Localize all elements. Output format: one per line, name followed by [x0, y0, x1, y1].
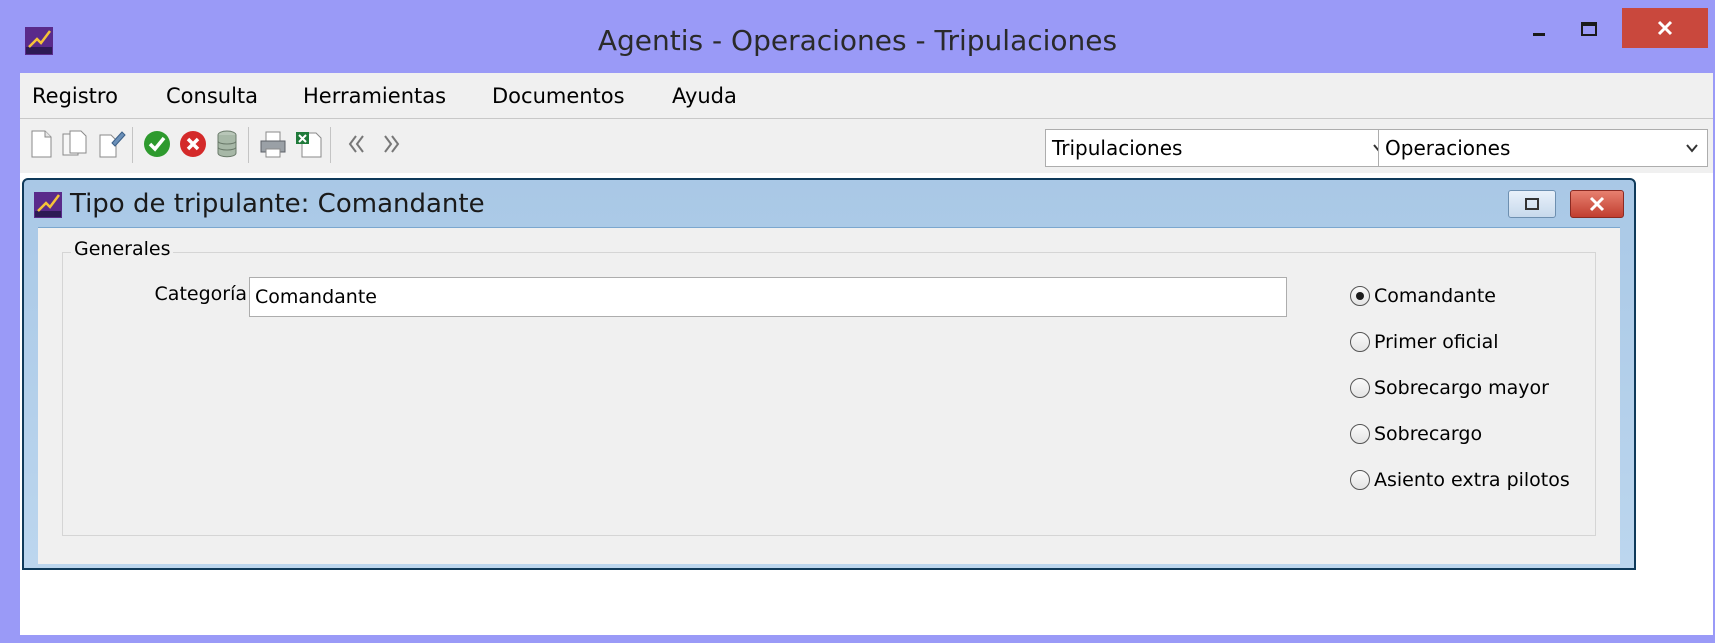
copy-document-icon[interactable] — [60, 129, 90, 159]
agentis-app-icon — [34, 192, 62, 218]
menu-ayuda[interactable]: Ayuda — [672, 73, 737, 118]
area-select[interactable]: Operaciones — [1378, 129, 1708, 167]
menu-consulta[interactable]: Consulta — [166, 73, 258, 118]
radio-primer-oficial[interactable]: Primer oficial — [1350, 327, 1499, 357]
radio-button[interactable] — [1350, 470, 1370, 490]
minimize-icon — [1533, 33, 1545, 36]
radio-asiento-extra-pilotos[interactable]: Asiento extra pilotos — [1350, 465, 1570, 495]
accept-icon[interactable] — [142, 129, 172, 159]
radio-label: Comandante — [1374, 285, 1496, 307]
close-icon — [1657, 20, 1673, 36]
module-select-value: Tripulaciones — [1052, 136, 1183, 160]
edit-document-icon[interactable] — [96, 129, 126, 159]
module-select[interactable]: Tripulaciones — [1045, 129, 1395, 167]
radio-sobrecargo-mayor[interactable]: Sobrecargo mayor — [1350, 373, 1549, 403]
radio-button[interactable] — [1350, 424, 1370, 444]
radio-label: Primer oficial — [1374, 331, 1499, 353]
close-button[interactable] — [1622, 8, 1708, 48]
area-select-value: Operaciones — [1385, 136, 1511, 160]
app-window: Agentis - Operaciones - Tripulaciones Re… — [0, 0, 1715, 643]
excel-export-icon[interactable] — [294, 129, 324, 159]
group-title: Generales — [71, 238, 174, 260]
chevron-down-icon — [1686, 144, 1698, 153]
child-window-title: Tipo de tripulante: Comandante — [70, 189, 485, 219]
toolbar-separator — [132, 127, 133, 163]
maximize-button[interactable] — [1565, 12, 1613, 48]
radio-button[interactable] — [1350, 378, 1370, 398]
cancel-icon[interactable] — [178, 129, 208, 159]
menu-herramientas[interactable]: Herramientas — [303, 73, 446, 118]
menu-bar: Registro Consulta Herramientas Documento… — [20, 73, 1713, 119]
radio-button[interactable] — [1350, 332, 1370, 352]
radio-label: Sobrecargo — [1374, 423, 1483, 445]
toolbar-separator — [248, 127, 249, 163]
title-bar[interactable]: Agentis - Operaciones - Tripulaciones — [0, 0, 1715, 72]
window-title: Agentis - Operaciones - Tripulaciones — [597, 24, 1118, 57]
menu-registro[interactable]: Registro — [32, 73, 118, 118]
database-icon[interactable] — [212, 129, 242, 159]
child-window: Tipo de tripulante: Comandante Generales… — [22, 178, 1636, 570]
maximize-icon — [1581, 22, 1597, 36]
print-icon[interactable] — [258, 129, 288, 159]
new-document-icon[interactable] — [26, 129, 56, 159]
radio-button[interactable] — [1350, 286, 1370, 306]
radio-comandante[interactable]: Comandante — [1350, 281, 1496, 311]
close-icon — [1589, 196, 1605, 212]
radio-label: Asiento extra pilotos — [1374, 469, 1570, 491]
restore-icon — [1525, 198, 1539, 210]
next-icon[interactable] — [376, 129, 406, 159]
form-body: Generales Categoría Comandante Primer of… — [38, 227, 1620, 564]
radio-sobrecargo[interactable]: Sobrecargo — [1350, 419, 1482, 449]
restore-button[interactable] — [1508, 190, 1556, 218]
toolbar-separator — [330, 127, 331, 163]
category-label: Categoría — [154, 283, 247, 305]
menu-documentos[interactable]: Documentos — [492, 73, 625, 118]
generales-group: Generales Categoría Comandante Primer of… — [62, 238, 1596, 536]
previous-icon[interactable] — [342, 129, 372, 159]
radio-label: Sobrecargo mayor — [1374, 377, 1549, 399]
toolbar: Tripulaciones Operaciones — [20, 119, 1713, 173]
category-input[interactable] — [249, 277, 1287, 317]
child-close-button[interactable] — [1570, 190, 1624, 218]
minimize-button[interactable] — [1515, 12, 1563, 48]
